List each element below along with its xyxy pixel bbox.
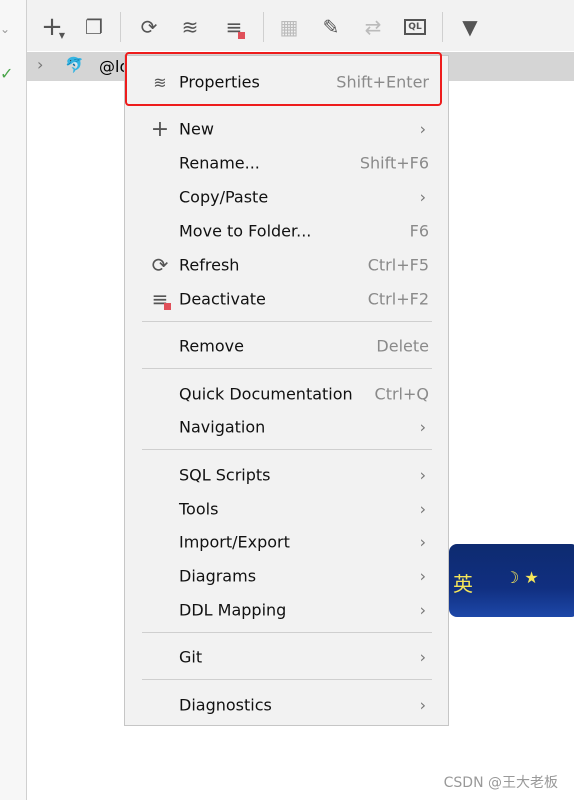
submenu-arrow-icon: ›: [419, 566, 426, 586]
plus-icon: +: [150, 116, 170, 142]
menu-item-import-export[interactable]: Import/Export ›: [125, 526, 448, 558]
submenu-arrow-icon: ›: [419, 600, 426, 620]
ime-banner: 英 ☽ ★: [449, 544, 574, 617]
chevron-icon[interactable]: ⌄: [0, 22, 10, 36]
menu-item-new[interactable]: + New ›: [125, 113, 448, 145]
menu-separator: [142, 632, 432, 633]
menu-separator: [142, 449, 432, 450]
mysql-icon: 🐬: [65, 56, 84, 74]
menu-item-sql-scripts[interactable]: SQL Scripts ›: [125, 459, 448, 491]
submenu-arrow-icon: ›: [419, 417, 426, 437]
refresh-icon: ⟳: [151, 253, 169, 277]
menu-separator: [142, 368, 432, 369]
toolbar: + ▼ ❐ ⟳ ≋ ≡ ▦ ✎ ⇄ QL ▼: [27, 0, 574, 51]
menu-separator: [142, 321, 432, 322]
toolbar-separator: [120, 12, 121, 42]
menu-item-refresh[interactable]: ⟳ Refresh Ctrl+F5: [125, 249, 448, 281]
deactivate-icon: ≡: [149, 287, 171, 311]
submenu-arrow-icon: ›: [419, 499, 426, 519]
menu-item-deactivate[interactable]: ≡ Deactivate Ctrl+F2: [125, 283, 448, 315]
menu-item-rename[interactable]: Rename... Shift+F6: [125, 147, 448, 179]
duplicate-icon[interactable]: ❐: [81, 14, 107, 40]
watermark: CSDN @王大老板: [443, 775, 558, 791]
toolbar-separator: [442, 12, 443, 42]
deactivate-icon[interactable]: ≡: [221, 14, 247, 40]
menu-item-navigation[interactable]: Navigation ›: [125, 411, 448, 443]
submenu-arrow-icon: ›: [419, 647, 426, 667]
checkmark-icon: ✓: [0, 64, 14, 83]
menu-item-diagrams[interactable]: Diagrams ›: [125, 560, 448, 592]
menu-item-move-to-folder[interactable]: Move to Folder... F6: [125, 215, 448, 247]
filter-icon[interactable]: ▼: [457, 14, 483, 40]
submenu-arrow-icon: ›: [419, 532, 426, 552]
compare-icon: ⇄: [364, 15, 382, 39]
menu-item-tools[interactable]: Tools ›: [125, 493, 448, 525]
menu-item-ddl-mapping[interactable]: DDL Mapping ›: [125, 594, 448, 626]
submenu-arrow-icon: ›: [419, 465, 426, 485]
properties-icon[interactable]: ≋: [177, 14, 203, 40]
left-panel: ✓ ⌄: [0, 0, 27, 800]
menu-item-copy-paste[interactable]: Copy/Paste ›: [125, 181, 448, 213]
expand-chevron-icon[interactable]: ›: [37, 55, 43, 74]
menu-item-quick-documentation[interactable]: Quick Documentation Ctrl+Q: [125, 378, 448, 410]
menu-item-git[interactable]: Git ›: [125, 641, 448, 673]
menu-item-remove[interactable]: Remove Delete: [125, 330, 448, 362]
submenu-arrow-icon: ›: [419, 695, 426, 715]
menu-separator: [142, 679, 432, 680]
menu-item-diagnostics[interactable]: Diagnostics ›: [125, 689, 448, 721]
add-icon[interactable]: + ▼: [39, 12, 65, 42]
highlight-box: [125, 52, 442, 106]
console-ql-icon[interactable]: QL: [402, 14, 428, 40]
table-icon: ▦: [279, 15, 299, 39]
moon-icon: ☽ ★: [505, 568, 539, 587]
submenu-arrow-icon: ›: [419, 187, 426, 207]
edit-icon[interactable]: ✎: [318, 14, 344, 40]
toolbar-separator: [263, 12, 264, 42]
submenu-arrow-icon: ›: [419, 119, 426, 139]
context-menu: ≋ Properties Shift+Enter + New › Rename... Sh…: [124, 55, 449, 726]
refresh-icon[interactable]: ⟳: [136, 14, 162, 40]
